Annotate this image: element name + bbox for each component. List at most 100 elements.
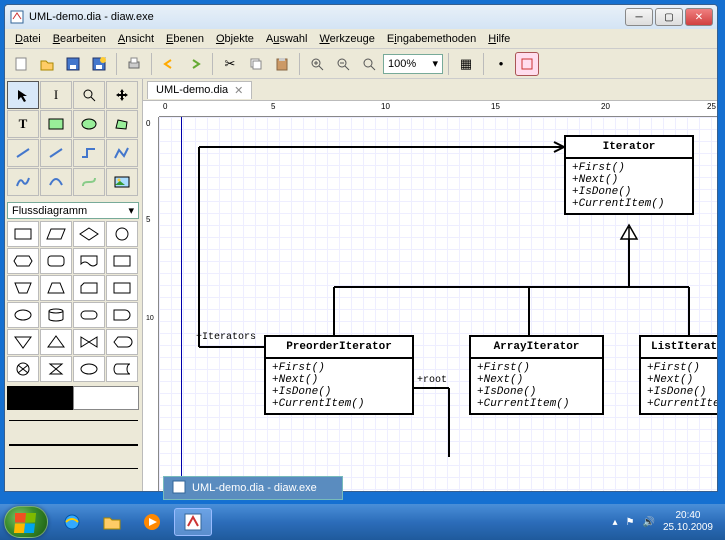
arc-tool[interactable] <box>40 168 72 196</box>
grid-toggle[interactable]: ▦ <box>454 52 478 76</box>
shape-rect3[interactable] <box>106 275 138 301</box>
taskbar-preview[interactable]: UML-demo.dia - diaw.exe <box>163 476 343 500</box>
app-icon <box>9 9 25 25</box>
print-button[interactable] <box>122 52 146 76</box>
canvas[interactable]: Iterator +First() +Next() +IsDone() +Cur… <box>159 117 717 491</box>
open-button[interactable] <box>35 52 59 76</box>
ellipse-tool[interactable] <box>73 110 105 138</box>
bezier-tool[interactable] <box>7 168 39 196</box>
shape-hourglass[interactable] <box>40 356 72 382</box>
shape-circle[interactable] <box>106 221 138 247</box>
shape-cylinder[interactable] <box>40 302 72 328</box>
document-tab[interactable]: UML-demo.dia ✕ <box>147 81 252 99</box>
tab-close-icon[interactable]: ✕ <box>234 84 243 97</box>
pointer-tool[interactable] <box>7 81 39 109</box>
zoom-out-button[interactable] <box>331 52 355 76</box>
taskbar-wmp[interactable] <box>134 508 170 536</box>
menu-objekte[interactable]: Objekte <box>210 31 260 47</box>
copy-button[interactable] <box>244 52 268 76</box>
shape-delay[interactable] <box>106 302 138 328</box>
shape-tri-pair[interactable] <box>73 329 105 355</box>
line2-tool[interactable] <box>40 139 72 167</box>
shape-parallelogram[interactable] <box>40 221 72 247</box>
label-root: +root <box>417 375 447 386</box>
zigzag-tool[interactable] <box>73 139 105 167</box>
app-window: UML-demo.dia - diaw.exe ─ ▢ ✕ Datei Bear… <box>4 4 718 492</box>
polygon-tool[interactable] <box>106 110 138 138</box>
shape-display[interactable] <box>106 329 138 355</box>
snap-object[interactable] <box>515 52 539 76</box>
shape-trap-up[interactable] <box>40 275 72 301</box>
menu-werkzeuge[interactable]: Werkzeuge <box>313 31 380 47</box>
ruler-horizontal: 0 5 10 15 20 25 <box>159 101 717 117</box>
zoom-combo[interactable]: 100%▾ <box>383 54 443 74</box>
tray-clock[interactable]: 20:40 25.10.2009 <box>663 510 713 534</box>
saveas-button[interactable] <box>87 52 111 76</box>
shape-ellipse2[interactable] <box>73 356 105 382</box>
polyline-tool[interactable] <box>106 139 138 167</box>
snap-point[interactable]: • <box>489 52 513 76</box>
line-style-controls[interactable] <box>7 414 140 492</box>
uml-class-list[interactable]: ListIterator +First() +Next() +IsDone() … <box>639 335 717 415</box>
taskbar-dia[interactable] <box>174 508 212 536</box>
shape-hexagon[interactable] <box>7 248 39 274</box>
tray-volume-icon[interactable]: 🔊 <box>642 517 654 528</box>
toolbar: ✂ 100%▾ ▦ • <box>5 49 717 79</box>
zoom-in-button[interactable] <box>305 52 329 76</box>
new-button[interactable] <box>9 52 33 76</box>
paste-button[interactable] <box>270 52 294 76</box>
system-tray[interactable]: ▴ ⚑ 🔊 20:40 25.10.2009 <box>612 510 721 534</box>
menu-auswahl[interactable]: Auswahl <box>260 31 314 47</box>
menu-hilfe[interactable]: Hilfe <box>482 31 516 47</box>
shape-diamond[interactable] <box>73 221 105 247</box>
zoom-fit-button[interactable] <box>357 52 381 76</box>
shape-roundrect[interactable] <box>40 248 72 274</box>
shape-palette <box>7 221 140 382</box>
undo-button[interactable] <box>157 52 181 76</box>
connector-tool[interactable] <box>73 168 105 196</box>
menu-eingabe[interactable]: Eingabemethoden <box>381 31 482 47</box>
shape-storage[interactable] <box>106 356 138 382</box>
cut-button[interactable]: ✂ <box>218 52 242 76</box>
start-button[interactable] <box>4 506 48 538</box>
uml-class-array[interactable]: ArrayIterator +First() +Next() +IsDone()… <box>469 335 604 415</box>
shape-rect[interactable] <box>7 221 39 247</box>
menubar: Datei Bearbeiten Ansicht Ebenen Objekte … <box>5 29 717 49</box>
line-tool[interactable] <box>7 139 39 167</box>
minimize-button[interactable]: ─ <box>625 8 653 26</box>
tray-arrow-icon[interactable]: ▴ <box>612 517 617 528</box>
text-cursor-tool[interactable]: I <box>40 81 72 109</box>
bg-color[interactable] <box>73 386 139 410</box>
app-icon-small <box>172 480 186 497</box>
titlebar[interactable]: UML-demo.dia - diaw.exe ─ ▢ ✕ <box>5 5 717 29</box>
shape-circle-x[interactable] <box>7 356 39 382</box>
menu-datei[interactable]: Datei <box>9 31 47 47</box>
shape-tri-up[interactable] <box>40 329 72 355</box>
save-button[interactable] <box>61 52 85 76</box>
maximize-button[interactable]: ▢ <box>655 8 683 26</box>
fg-color[interactable] <box>7 386 73 410</box>
box-tool[interactable] <box>40 110 72 138</box>
menu-ebenen[interactable]: Ebenen <box>160 31 210 47</box>
tray-flag-icon[interactable]: ⚑ <box>626 517 635 528</box>
redo-button[interactable] <box>183 52 207 76</box>
uml-class-iterator[interactable]: Iterator +First() +Next() +IsDone() +Cur… <box>564 135 694 215</box>
taskbar-explorer[interactable] <box>94 508 130 536</box>
shape-ellipse[interactable] <box>7 302 39 328</box>
image-tool[interactable] <box>106 168 138 196</box>
taskbar-ie[interactable] <box>54 508 90 536</box>
text-tool[interactable]: T <box>7 110 39 138</box>
close-button[interactable]: ✕ <box>685 8 713 26</box>
magnify-tool[interactable] <box>73 81 105 109</box>
scroll-tool[interactable] <box>106 81 138 109</box>
shape-trap-down[interactable] <box>7 275 39 301</box>
shape-rect2[interactable] <box>106 248 138 274</box>
shape-doc[interactable] <box>73 248 105 274</box>
shape-stadium[interactable] <box>73 302 105 328</box>
shape-card[interactable] <box>73 275 105 301</box>
menu-ansicht[interactable]: Ansicht <box>112 31 160 47</box>
shape-category-combo[interactable]: Flussdiagramm▾ <box>7 202 139 219</box>
shape-tri-down[interactable] <box>7 329 39 355</box>
uml-class-preorder[interactable]: PreorderIterator +First() +Next() +IsDon… <box>264 335 414 415</box>
menu-bearbeiten[interactable]: Bearbeiten <box>47 31 112 47</box>
